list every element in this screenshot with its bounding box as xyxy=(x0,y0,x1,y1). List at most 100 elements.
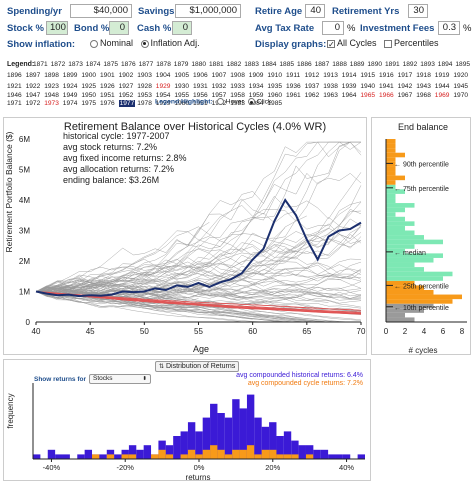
legend-year-1916[interactable]: 1916 xyxy=(379,72,394,79)
legend-year-1963[interactable]: 1963 xyxy=(323,92,338,99)
legend-year-1926[interactable]: 1926 xyxy=(100,83,115,90)
click-radio[interactable] xyxy=(247,98,255,105)
legend-year-1876[interactable]: 1876 xyxy=(121,61,136,68)
legend-year-1961[interactable]: 1961 xyxy=(286,92,301,99)
legend-year-1931[interactable]: 1931 xyxy=(193,83,208,90)
legend-year-1897[interactable]: 1897 xyxy=(26,72,41,79)
legend-year-1871[interactable]: 1871 xyxy=(33,61,48,68)
legend-year-1901[interactable]: 1901 xyxy=(100,72,115,79)
legend-year-1971[interactable]: 1971 xyxy=(7,100,22,107)
legend-year-1950[interactable]: 1950 xyxy=(81,92,96,99)
legend-year-1885[interactable]: 1885 xyxy=(279,61,294,68)
legend-year-1962[interactable]: 1962 xyxy=(305,92,320,99)
legend-year-1887[interactable]: 1887 xyxy=(315,61,330,68)
legend-year-1920[interactable]: 1920 xyxy=(453,72,468,79)
legend-year-1910[interactable]: 1910 xyxy=(267,72,282,79)
legend-year-1913[interactable]: 1913 xyxy=(323,72,338,79)
legend-year-1978[interactable]: 1978 xyxy=(137,100,152,107)
legend-year-1969[interactable]: 1969 xyxy=(435,92,450,99)
legend-year-1882[interactable]: 1882 xyxy=(227,61,242,68)
legend-year-1873[interactable]: 1873 xyxy=(68,61,83,68)
legend-year-1906[interactable]: 1906 xyxy=(193,72,208,79)
legend-year-1904[interactable]: 1904 xyxy=(156,72,171,79)
legend-year-1952[interactable]: 1952 xyxy=(119,92,134,99)
legend-year-1872[interactable]: 1872 xyxy=(51,61,66,68)
legend-year-1974[interactable]: 1974 xyxy=(63,100,78,107)
legend-year-1937[interactable]: 1937 xyxy=(305,83,320,90)
legend-year-1889[interactable]: 1889 xyxy=(350,61,365,68)
legend-year-1936[interactable]: 1936 xyxy=(286,83,301,90)
legend-year-1923[interactable]: 1923 xyxy=(44,83,59,90)
legend-year-1925[interactable]: 1925 xyxy=(81,83,96,90)
legend-year-1919[interactable]: 1919 xyxy=(435,72,450,79)
legend-year-1874[interactable]: 1874 xyxy=(86,61,101,68)
legend-year-1945[interactable]: 1945 xyxy=(453,83,468,90)
legend-year-1944[interactable]: 1944 xyxy=(435,83,450,90)
legend-year-1890[interactable]: 1890 xyxy=(367,61,382,68)
legend-year-1921[interactable]: 1921 xyxy=(7,83,22,90)
legend-year-1964[interactable]: 1964 xyxy=(342,92,357,99)
legend-year-1915[interactable]: 1915 xyxy=(360,72,375,79)
legend-year-1932[interactable]: 1932 xyxy=(212,83,227,90)
legend-year-1976[interactable]: 1976 xyxy=(100,100,115,107)
legend-year-1877[interactable]: 1877 xyxy=(139,61,154,68)
legend-year-1903[interactable]: 1903 xyxy=(137,72,152,79)
legend-year-1975[interactable]: 1975 xyxy=(81,100,96,107)
legend-year-1977[interactable]: 1977 xyxy=(118,100,136,107)
legend-year-1895[interactable]: 1895 xyxy=(455,61,470,68)
legend-year-1927[interactable]: 1927 xyxy=(119,83,134,90)
legend-year-1968[interactable]: 1968 xyxy=(416,92,431,99)
legend-year-1939[interactable]: 1939 xyxy=(342,83,357,90)
legend-year-1899[interactable]: 1899 xyxy=(63,72,78,79)
legend-year-1922[interactable]: 1922 xyxy=(26,83,41,90)
legend-year-1878[interactable]: 1878 xyxy=(156,61,171,68)
hover-radio[interactable] xyxy=(216,98,224,105)
legend-year-1900[interactable]: 1900 xyxy=(81,72,96,79)
legend-year-1886[interactable]: 1886 xyxy=(297,61,312,68)
legend-year-1896[interactable]: 1896 xyxy=(7,72,22,79)
legend-year-1880[interactable]: 1880 xyxy=(191,61,206,68)
legend-year-1911[interactable]: 1911 xyxy=(286,72,300,79)
legend-year-1914[interactable]: 1914 xyxy=(342,72,357,79)
legend-year-1941[interactable]: 1941 xyxy=(379,83,394,90)
legend-year-1930[interactable]: 1930 xyxy=(174,83,189,90)
legend-year-1907[interactable]: 1907 xyxy=(212,72,227,79)
legend-year-1966[interactable]: 1966 xyxy=(379,92,394,99)
legend-year-1948[interactable]: 1948 xyxy=(44,92,59,99)
legend-year-1898[interactable]: 1898 xyxy=(44,72,59,79)
legend-year-1875[interactable]: 1875 xyxy=(103,61,118,68)
legend-year-1912[interactable]: 1912 xyxy=(305,72,320,79)
legend-year-1973[interactable]: 1973 xyxy=(44,100,59,107)
legend-year-1908[interactable]: 1908 xyxy=(230,72,245,79)
legend-year-1933[interactable]: 1933 xyxy=(230,83,245,90)
legend-year-1942[interactable]: 1942 xyxy=(398,83,413,90)
legend-year-1934[interactable]: 1934 xyxy=(249,83,264,90)
legend-year-1951[interactable]: 1951 xyxy=(100,92,115,99)
legend-year-1893[interactable]: 1893 xyxy=(420,61,435,68)
legend-year-1924[interactable]: 1924 xyxy=(63,83,78,90)
legend-year-1894[interactable]: 1894 xyxy=(438,61,453,68)
legend-year-1967[interactable]: 1967 xyxy=(398,92,413,99)
legend-year-1947[interactable]: 1947 xyxy=(26,92,41,99)
legend-year-1953[interactable]: 1953 xyxy=(137,92,152,99)
legend-year-1888[interactable]: 1888 xyxy=(332,61,347,68)
legend-year-1929[interactable]: 1929 xyxy=(156,83,171,90)
legend-year-1938[interactable]: 1938 xyxy=(323,83,338,90)
legend-year-1909[interactable]: 1909 xyxy=(249,72,264,79)
legend-year-1970[interactable]: 1970 xyxy=(453,92,468,99)
legend-year-1881[interactable]: 1881 xyxy=(209,61,224,68)
legend-year-1918[interactable]: 1918 xyxy=(416,72,431,79)
legend-year-1940[interactable]: 1940 xyxy=(360,83,375,90)
legend-year-1902[interactable]: 1902 xyxy=(119,72,134,79)
legend-year-1891[interactable]: 1891 xyxy=(385,61,400,68)
legend-year-1883[interactable]: 1883 xyxy=(244,61,259,68)
legend-year-1892[interactable]: 1892 xyxy=(403,61,418,68)
legend-year-1879[interactable]: 1879 xyxy=(174,61,189,68)
legend-year-1949[interactable]: 1949 xyxy=(63,92,78,99)
legend-year-1943[interactable]: 1943 xyxy=(416,83,431,90)
legend-year-1935[interactable]: 1935 xyxy=(267,83,282,90)
legend-year-1884[interactable]: 1884 xyxy=(262,61,277,68)
legend-year-1917[interactable]: 1917 xyxy=(398,72,413,79)
legend-year-1928[interactable]: 1928 xyxy=(137,83,152,90)
legend-year-1946[interactable]: 1946 xyxy=(7,92,22,99)
